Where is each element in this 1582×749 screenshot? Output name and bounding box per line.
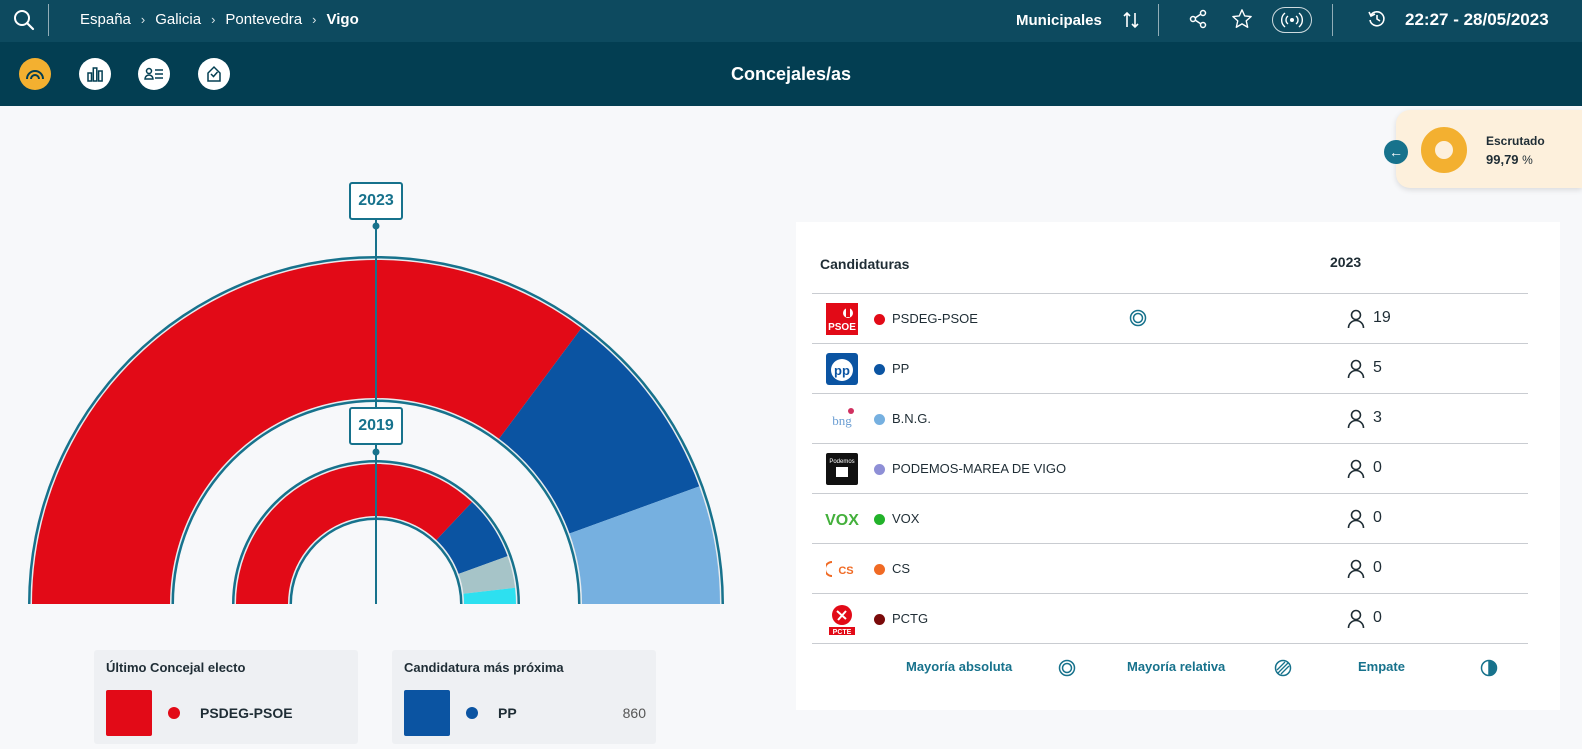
seat-count: 5 <box>1373 359 1382 376</box>
history-icon[interactable] <box>1367 9 1387 29</box>
star-icon[interactable] <box>1231 8 1253 30</box>
table-bottom-border <box>812 643 1528 644</box>
pcte-logo: PCTE <box>825 602 859 636</box>
person-icon <box>1347 609 1365 629</box>
person-icon <box>1347 459 1365 479</box>
seat-count: 3 <box>1373 409 1382 426</box>
table-row[interactable]: bng B.N.G. 3 <box>812 393 1528 443</box>
party-name: CS <box>892 561 911 576</box>
party-dot <box>874 564 885 575</box>
escrutado-label: Escrutado <box>1486 134 1545 148</box>
escrutado-value: 99,79 % <box>1486 152 1533 167</box>
absolute-majority-icon <box>1129 309 1147 327</box>
bng-logo: bng <box>825 402 859 436</box>
svg-text:PSOE: PSOE <box>828 322 856 333</box>
table-row[interactable]: PCTE PCTG 0 <box>812 593 1528 643</box>
party-name: PSDEG-PSOE <box>892 311 978 326</box>
person-icon <box>1347 359 1365 379</box>
party-dot <box>874 514 885 525</box>
table-row[interactable]: VOX VOX 0 <box>812 493 1528 543</box>
next-candidate-title: Candidatura más próxima <box>404 660 564 675</box>
legend-relative-majority: Mayoría relativa <box>1127 659 1226 674</box>
psoe-logo: PSOE <box>825 302 859 336</box>
table-row[interactable]: Podemos PODEMOS-MAREA DE VIGO 0 <box>812 443 1528 493</box>
person-icon <box>1347 509 1365 529</box>
results-table: Candidaturas 2023 PSOE PSDEG-PSOE 19 pp PP 5 b… <box>796 222 1560 710</box>
party-name: PP <box>892 361 910 376</box>
hemicycle-chart <box>28 198 724 604</box>
party-dot <box>168 707 180 719</box>
party-color-swatch <box>106 690 152 736</box>
broadcast-icon <box>1281 12 1303 28</box>
svg-text:bng: bng <box>832 413 852 428</box>
svg-text:CS: CS <box>838 565 853 577</box>
cs-logo: CS <box>825 552 859 586</box>
absolute-majority-icon <box>1058 659 1076 677</box>
escrutado-panel: ← Escrutado 99,79 % <box>1384 110 1582 188</box>
party-dot <box>466 707 478 719</box>
seat-count: 0 <box>1373 459 1382 476</box>
svg-text:PCTE: PCTE <box>833 629 852 635</box>
table-row[interactable]: PSOE PSDEG-PSOE 19 <box>812 293 1528 343</box>
last-elected-party: PSDEG-PSOE <box>200 705 293 721</box>
year-label-2023: 2023 <box>349 182 403 220</box>
seat-count: 19 <box>1373 309 1391 326</box>
divider <box>1332 4 1333 36</box>
next-candidate-party: PP <box>498 705 517 721</box>
escrutado-donut <box>1421 127 1467 173</box>
table-body: PSOE PSDEG-PSOE 19 pp PP 5 bng B.N.G. 3 Podemos PO… <box>812 293 1528 644</box>
legend-tie: Empate <box>1358 659 1405 674</box>
divider <box>1158 4 1159 36</box>
party-name: B.N.G. <box>892 411 932 426</box>
tie-icon <box>1480 659 1498 677</box>
seat-count: 0 <box>1373 559 1382 576</box>
svg-text:pp: pp <box>834 363 850 378</box>
svg-text:Podemos: Podemos <box>829 459 854 465</box>
relative-majority-icon <box>1274 659 1292 677</box>
inner-ring-segment-psdeg-psoe <box>236 464 473 604</box>
podemos-logo: Podemos <box>825 452 859 486</box>
party-name: PCTG <box>892 611 929 626</box>
pp-logo: pp <box>825 352 859 386</box>
seat-count: 0 <box>1373 609 1382 626</box>
pointer-dot <box>372 222 380 230</box>
party-name: PODEMOS-MAREA DE VIGO <box>892 461 1067 476</box>
party-dot <box>874 614 885 625</box>
table-row[interactable]: pp PP 5 <box>812 343 1528 393</box>
party-dot <box>874 364 885 375</box>
share-icon[interactable] <box>1188 9 1208 29</box>
last-elected-title: Último Concejal electo <box>106 660 246 675</box>
next-candidate-card: Candidatura más próxima PP 860 <box>392 650 656 744</box>
datetime: 22:27 - 28/05/2023 <box>1405 10 1549 29</box>
legend-absolute-majority: Mayoría absoluta <box>906 659 1013 674</box>
column-header-year: 2023 <box>1330 254 1362 270</box>
party-dot <box>874 464 885 475</box>
sort-icon[interactable] <box>1122 10 1140 30</box>
pointer-dot <box>372 448 380 456</box>
last-elected-card: Último Concejal electo PSDEG-PSOE <box>94 650 358 744</box>
party-name: VOX <box>892 511 920 526</box>
live-button[interactable] <box>1272 7 1312 33</box>
next-candidate-votes: 860 <box>622 705 646 721</box>
collapse-panel-button[interactable]: ← <box>1384 140 1408 164</box>
election-type-selector[interactable]: Municipales <box>1016 12 1102 29</box>
seat-count: 0 <box>1373 509 1382 526</box>
person-icon <box>1347 309 1365 329</box>
party-color-swatch <box>404 690 450 736</box>
svg-text:VOX: VOX <box>825 512 859 529</box>
column-header-candidaturas: Candidaturas <box>820 256 910 272</box>
year-label-2019: 2019 <box>349 407 403 445</box>
vox-logo: VOX <box>825 502 859 536</box>
party-dot <box>874 314 885 325</box>
person-icon <box>1347 559 1365 579</box>
person-icon <box>1347 409 1365 429</box>
party-dot <box>874 414 885 425</box>
table-row[interactable]: CS CS 0 <box>812 543 1528 593</box>
